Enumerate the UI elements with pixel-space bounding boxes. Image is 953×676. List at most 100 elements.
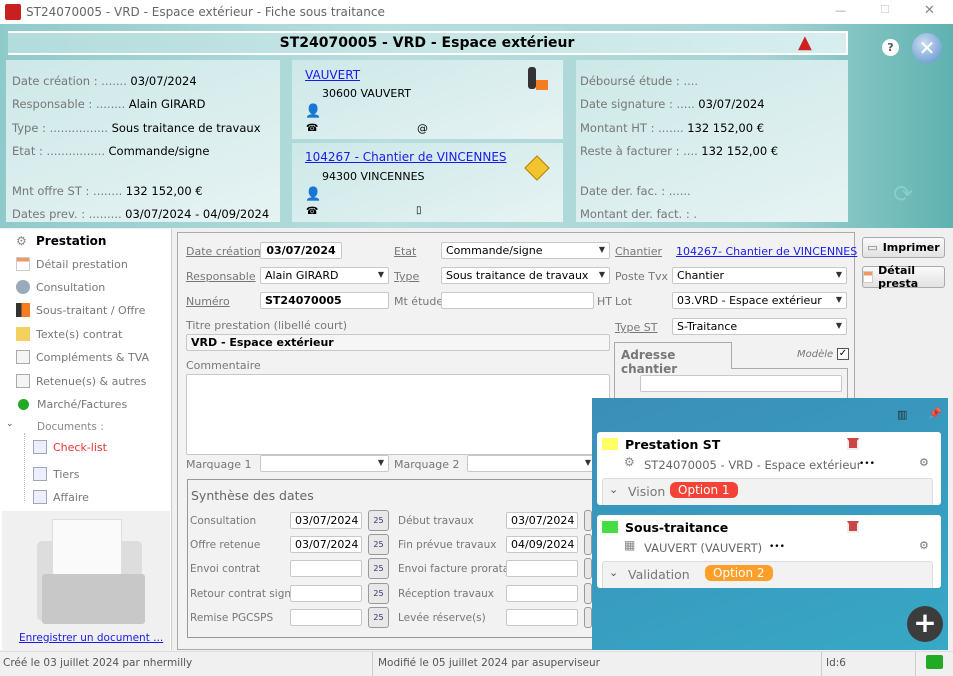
more-button[interactable]: ••• [859,459,875,469]
tiers-link[interactable]: VAUVERT [305,68,360,82]
expand-chevron-icon[interactable]: ⌄ [6,419,14,429]
mt-etude-field[interactable] [441,292,594,309]
card-section[interactable]: ⌄ Validation Option 2 [602,561,933,588]
date-field[interactable] [290,609,362,626]
poste-select[interactable]: Chantier [672,267,847,284]
date-field[interactable]: 03/07/2024 [506,512,578,529]
document-drop-zone[interactable]: Enregistrer un document ... [2,511,170,650]
sidebar-item-prestation[interactable]: ⚙ Prestation [16,231,106,251]
sidebar-item-sous-traitant[interactable]: Sous-traitant / Offre [16,300,145,320]
add-button[interactable]: + [907,606,943,642]
type-label[interactable]: Type [394,270,419,283]
numero-label[interactable]: Numéro [186,295,230,308]
chantier-card: 104267 - Chantier de VINCENNES 94300 VIN… [292,143,563,222]
print-button[interactable]: ▭ Imprimer [862,237,945,258]
warning-icon[interactable]: ▲ [798,33,812,53]
date-field[interactable] [290,585,362,602]
etat-label[interactable]: Etat [394,245,416,258]
sidebar-item-textes-contrat[interactable]: Texte(s) contrat [16,324,122,344]
date-creation-label[interactable]: Date création [186,245,261,258]
modele-checkbox[interactable]: ✓ [837,348,849,360]
responsable-select[interactable]: Alain GIRARD [260,267,389,284]
save-document-link[interactable]: Enregistrer un document ... [19,632,163,644]
calendar-button[interactable]: 25 [368,534,389,555]
doc-item-check-list[interactable]: Check-list [33,437,107,457]
calendar-button[interactable] [584,607,592,628]
date-label: Réception travaux [398,588,495,600]
more-button[interactable]: ••• [769,542,785,552]
chantier-label[interactable]: Chantier [615,245,662,258]
calendar-button[interactable] [584,583,592,604]
date-field[interactable] [506,560,578,577]
chat-icon[interactable] [926,655,943,669]
folder-document-icon [32,519,147,627]
tiers-card: VAUVERT 30600 VAUVERT 👤 ☎ @ [292,60,563,139]
doc-item-affaire[interactable]: Affaire [33,487,89,507]
calendar-button[interactable] [584,510,592,531]
date-field[interactable]: 03/07/2024 [290,512,362,529]
sidebar-item-marche-factures[interactable]: Marché/Factures [16,394,127,414]
close-form-button[interactable]: ✕ [912,33,942,63]
note-card[interactable]: Prestation ST ⚙ ST24070005 - VRD - Espac… [597,432,941,505]
date-field[interactable] [506,585,578,602]
date-field[interactable] [290,560,362,577]
help-button[interactable]: ? [882,39,899,56]
doc-item-tiers[interactable]: Tiers [33,464,79,484]
chantier-form-link[interactable]: 104267- Chantier de VINCENNES [676,245,857,258]
calendar-button[interactable]: 25 [368,510,389,531]
adresse-field[interactable] [640,375,842,392]
detail-presta-button[interactable]: Détail presta [862,264,945,290]
calendar-icon[interactable] [847,438,859,450]
chantier-link[interactable]: 104267 - Chantier de VINCENNES [305,150,507,164]
sidebar-item-detail-prestation[interactable]: Détail prestation [16,254,128,274]
settings-icon[interactable]: ⚙ [919,456,929,469]
sidebar-item-retenues[interactable]: Retenue(s) & autres [16,371,146,391]
contact-person-icon[interactable]: 👤 [305,187,321,202]
pen-icon [16,327,30,341]
sidebar-item-consultation[interactable]: Consultation [16,277,105,297]
date-creation-field[interactable]: 03/07/2024 [260,242,342,259]
adresse-chantier-tab[interactable]: Adresse chantier [614,342,732,376]
calendar-button[interactable]: 25 [368,607,389,628]
maximize-button[interactable]: ☐ [880,3,890,16]
phone-icon[interactable]: ☎ [306,123,318,134]
close-window-button[interactable]: ✕ [924,3,935,18]
pin-icon[interactable]: 📌 [928,407,942,420]
commentaire-field[interactable] [186,374,610,455]
card-section[interactable]: ⌄ Vision Option 1 [602,478,933,505]
note-card[interactable]: Sous-traitance ▦ VAUVERT (VAUVERT) ••• ⚙… [597,515,941,588]
calendar-button[interactable]: 25 [368,558,389,579]
date-field[interactable]: 03/07/2024 [290,536,362,553]
date-field[interactable]: 04/09/2024 [506,536,578,553]
consultation-icon [16,280,30,294]
label: Prestation [36,234,107,248]
value: 132 152,00 € [687,120,765,135]
lot-select[interactable]: 03.VRD - Espace extérieur [672,292,847,309]
type-st-label[interactable]: Type ST [615,321,657,334]
calendar-button[interactable] [584,534,592,555]
type-st-select[interactable]: S-Traitance [672,318,847,335]
sidebar-item-complements[interactable]: Compléments & TVA [16,347,149,367]
marquage1-select[interactable] [260,455,389,472]
date-field[interactable] [506,609,578,626]
phone-icon[interactable]: ☎ [306,206,318,217]
responsable-label[interactable]: Responsable [186,270,256,283]
lot-label: Lot [615,295,632,308]
calendar-button[interactable] [584,558,592,579]
numero-field[interactable]: ST24070005 [260,292,389,309]
card-subtitle: ST24070005 - VRD - Espace extérieur [644,458,862,472]
contact-person-icon[interactable]: 👤 [305,104,321,119]
settings-icon[interactable]: ⚙ [919,539,929,552]
etat-select[interactable]: Commande/signe [441,242,610,259]
columns-icon[interactable]: ▥ [897,408,907,421]
marquage2-select[interactable] [467,455,596,472]
calendar-icon[interactable] [847,521,859,533]
synthese-title: Synthèse des dates [191,488,314,503]
type-select[interactable]: Sous traitance de travaux [441,267,610,284]
minimize-button[interactable]: — [835,4,846,17]
calendar-button[interactable]: 25 [368,583,389,604]
email-icon[interactable]: @ [417,122,428,135]
mobile-icon[interactable]: ▯ [416,205,422,216]
titre-field[interactable]: VRD - Espace extérieur [186,334,610,351]
refresh-icon[interactable]: ⟳ [893,180,913,208]
